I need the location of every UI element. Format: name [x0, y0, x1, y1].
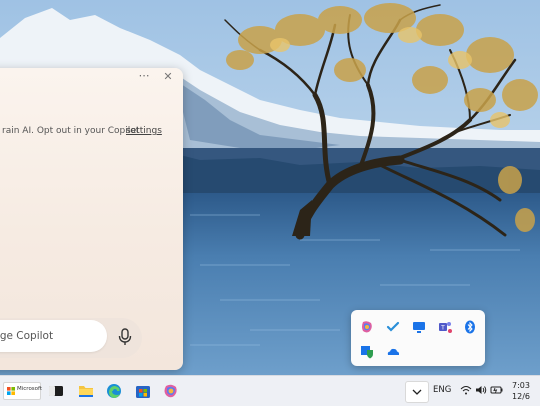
time-text: 7:03: [512, 381, 530, 390]
teams-icon[interactable]: T: [438, 319, 452, 333]
copilot-window[interactable]: ⋯ ✕ rain AI. Opt out in your Copilot set…: [0, 68, 183, 370]
message-input[interactable]: [0, 320, 107, 352]
microphone-icon: [118, 328, 132, 345]
clock[interactable]: 7:03 12/6: [506, 380, 536, 402]
copilot-icon[interactable]: [360, 319, 374, 333]
screen-icon[interactable]: [412, 319, 426, 333]
battery-icon[interactable]: [490, 384, 503, 396]
language-indicator[interactable]: ENG: [433, 385, 451, 395]
show-hidden-icons-button[interactable]: [405, 381, 429, 403]
microsoft-logo-icon: [7, 387, 15, 395]
tray-overflow-flyout: T: [351, 310, 485, 366]
close-button[interactable]: ✕: [161, 68, 175, 86]
copilot-icon[interactable]: [163, 383, 179, 399]
microphone-button[interactable]: [117, 327, 133, 347]
date-text: 12/6: [512, 392, 530, 401]
wifi-icon[interactable]: [460, 384, 472, 396]
bluetooth-icon[interactable]: [463, 319, 477, 334]
edge-icon[interactable]: [106, 383, 122, 399]
onedrive-icon[interactable]: [386, 344, 400, 358]
store-icon[interactable]: [135, 383, 151, 399]
more-options-button[interactable]: ⋯: [137, 68, 151, 86]
desktop[interactable]: ⋯ ✕ rain AI. Opt out in your Copilot set…: [0, 0, 540, 375]
checkmark-icon[interactable]: [386, 319, 400, 333]
microsoft-label: Microsoft: [17, 386, 43, 392]
taskbar: Microsoft ENG 7:03 12/6: [0, 375, 540, 406]
settings-link[interactable]: settings: [126, 126, 162, 136]
privacy-notice-text: rain AI. Opt out in your Copilot: [2, 126, 140, 136]
file-explorer-icon[interactable]: [78, 383, 94, 399]
svg-text:T: T: [440, 325, 445, 332]
chevron-down-icon: [412, 389, 422, 395]
security-icon[interactable]: [360, 344, 374, 359]
microsoft-store-widget[interactable]: Microsoft: [3, 382, 43, 400]
terminal-icon[interactable]: [48, 383, 64, 399]
volume-icon[interactable]: [475, 384, 487, 396]
